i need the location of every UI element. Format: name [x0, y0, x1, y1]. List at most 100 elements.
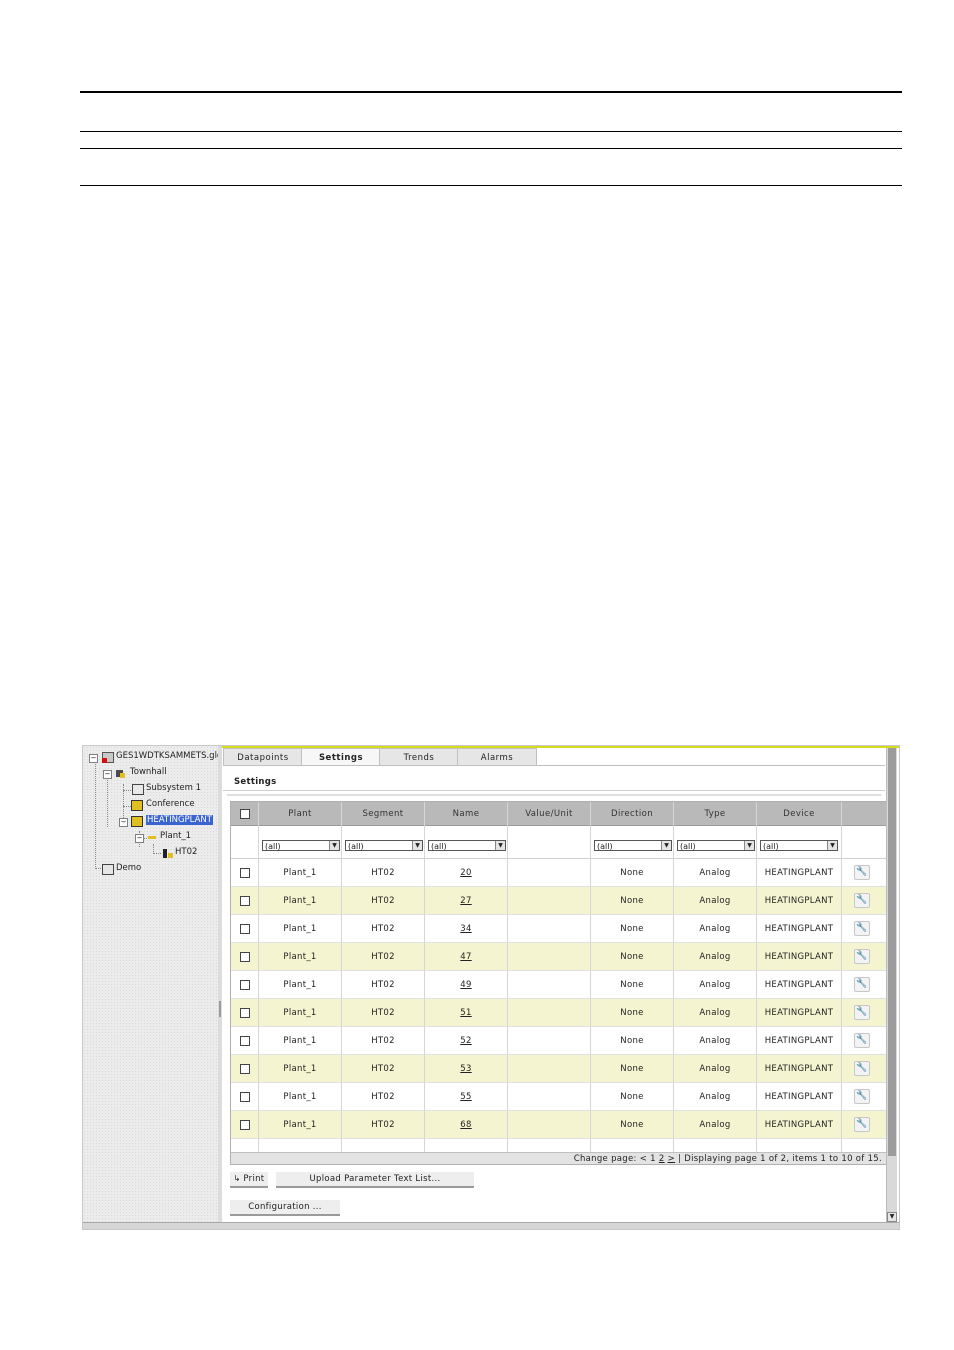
edit-settings-icon[interactable]: 🔧	[854, 921, 870, 936]
scrollbar-thumb[interactable]	[888, 748, 896, 1156]
row-checkbox[interactable]	[240, 868, 250, 878]
table-row[interactable]: Plant_1 HT02 34 None Analog HEATINGPLANT…	[231, 915, 886, 943]
configuration-button[interactable]: Configuration ...	[230, 1200, 340, 1216]
panel-splitter[interactable]	[218, 746, 222, 1224]
type-filter-select[interactable]: (all) ▼	[677, 840, 755, 851]
collapse-toggle[interactable]: −	[135, 834, 144, 843]
warning-marker-icon	[120, 773, 125, 778]
cell-name-link[interactable]: 53	[425, 1055, 507, 1082]
tree-node-heatingplant[interactable]: HEATINGPLANT	[146, 814, 213, 826]
pager-prev[interactable]: <	[640, 1154, 647, 1164]
pager-next[interactable]: >	[668, 1154, 675, 1164]
alarm-marker-icon	[102, 758, 107, 763]
tree-node-demo[interactable]: Demo	[116, 862, 141, 874]
table-row[interactable]: Plant_1 HT02 55 None Analog HEATINGPLANT…	[231, 1083, 886, 1111]
cell-device: HEATINGPLANT	[764, 1008, 834, 1018]
device-filter-select[interactable]: (all) ▼	[760, 840, 838, 851]
edit-settings-icon[interactable]: 🔧	[854, 1005, 870, 1020]
scroll-down-icon[interactable]: ▼	[887, 1212, 897, 1222]
row-checkbox[interactable]	[240, 1008, 250, 1018]
cell-device: HEATINGPLANT	[764, 1092, 834, 1102]
cell-segment: HT02	[371, 1064, 395, 1074]
tree-node-root[interactable]: GES1WDTKSAMMETS.globa	[116, 750, 218, 762]
column-divider	[341, 802, 342, 1164]
column-header-direction[interactable]: Direction	[591, 802, 673, 825]
warning-marker-icon	[168, 853, 173, 858]
row-checkbox[interactable]	[240, 980, 250, 990]
tab-datapoints[interactable]: Datapoints	[223, 748, 303, 766]
edit-settings-icon[interactable]: 🔧	[854, 977, 870, 992]
cell-segment: HT02	[371, 868, 395, 878]
edit-settings-icon[interactable]: 🔧	[854, 865, 870, 880]
tab-alarms[interactable]: Alarms	[457, 748, 537, 766]
tree-node-heatingplant-label: HEATINGPLANT	[146, 815, 213, 825]
tree-node-townhall[interactable]: Townhall	[130, 766, 167, 778]
tree-node-plant[interactable]: Plant_1	[160, 830, 191, 842]
select-all-checkbox[interactable]	[240, 809, 250, 819]
vertical-scrollbar[interactable]: ▼	[886, 748, 897, 1222]
cell-name-link[interactable]: 51	[425, 999, 507, 1026]
edit-settings-icon[interactable]: 🔧	[854, 1033, 870, 1048]
tab-trends[interactable]: Trends	[379, 748, 459, 766]
row-checkbox[interactable]	[240, 896, 250, 906]
row-checkbox[interactable]	[240, 952, 250, 962]
row-checkbox[interactable]	[240, 1064, 250, 1074]
table-row[interactable]: Plant_1 HT02 52 None Analog HEATINGPLANT…	[231, 1027, 886, 1055]
tab-settings[interactable]: Settings	[301, 748, 381, 766]
cell-name-link[interactable]: 47	[425, 943, 507, 970]
pager-page-2[interactable]: 2	[659, 1154, 665, 1164]
collapse-toggle[interactable]: −	[119, 818, 128, 827]
row-checkbox[interactable]	[240, 924, 250, 934]
column-header-name[interactable]: Name	[425, 802, 507, 825]
pager-page-1[interactable]: 1	[650, 1154, 656, 1164]
tree-node-subsystem[interactable]: Subsystem 1	[146, 782, 201, 794]
cell-direction: None	[620, 896, 644, 906]
table-row[interactable]: Plant_1 HT02 51 None Analog HEATINGPLANT…	[231, 999, 886, 1027]
cell-name-link[interactable]: 68	[425, 1111, 507, 1138]
plant-filter-select[interactable]: (all) ▼	[262, 840, 340, 851]
cell-name-link[interactable]: 49	[425, 971, 507, 998]
collapse-toggle[interactable]: −	[89, 754, 98, 763]
column-header-device[interactable]: Device	[757, 802, 841, 825]
edit-settings-icon[interactable]: 🔧	[854, 1061, 870, 1076]
edit-settings-icon[interactable]: 🔧	[854, 1089, 870, 1104]
name-filter-select[interactable]: (all) ▼	[428, 840, 506, 851]
pager-summary: Displaying page 1 of 2, items 1 to 10 of…	[684, 1154, 882, 1164]
tree-node-ht02[interactable]: HT02	[175, 846, 197, 858]
pager-label: Change page:	[573, 1154, 637, 1164]
row-checkbox[interactable]	[240, 1092, 250, 1102]
segment-filter-value: (all)	[348, 842, 364, 851]
cell-value-unit	[508, 887, 590, 914]
document-rule	[80, 131, 902, 132]
row-checkbox[interactable]	[240, 1120, 250, 1130]
table-row[interactable]: Plant_1 HT02 53 None Analog HEATINGPLANT…	[231, 1055, 886, 1083]
edit-settings-icon[interactable]: 🔧	[854, 949, 870, 964]
table-row[interactable]: Plant_1 HT02 27 None Analog HEATINGPLANT…	[231, 887, 886, 915]
column-header-value-unit[interactable]: Value/Unit	[508, 802, 590, 825]
tree-connector	[153, 844, 154, 852]
table-row[interactable]: Plant_1 HT02 49 None Analog HEATINGPLANT…	[231, 971, 886, 999]
print-button[interactable]: ↳ Print	[230, 1172, 268, 1188]
table-row[interactable]: Plant_1 HT02 20 None Analog HEATINGPLANT…	[231, 859, 886, 887]
cell-name-link[interactable]: 52	[425, 1027, 507, 1054]
cell-name-link[interactable]: 34	[425, 915, 507, 942]
collapse-toggle[interactable]: −	[103, 770, 112, 779]
table-row[interactable]: Plant_1 HT02 47 None Analog HEATINGPLANT…	[231, 943, 886, 971]
document-rule	[80, 185, 902, 186]
row-checkbox[interactable]	[240, 1036, 250, 1046]
cell-name-link[interactable]: 20	[425, 859, 507, 886]
direction-filter-select[interactable]: (all) ▼	[594, 840, 672, 851]
splitter-grip[interactable]	[219, 1001, 221, 1017]
column-header-type[interactable]: Type	[674, 802, 756, 825]
cell-name-link[interactable]: 55	[425, 1083, 507, 1110]
cell-name-link[interactable]: 27	[425, 887, 507, 914]
tree-node-conference[interactable]: Conference	[146, 798, 195, 810]
table-row[interactable]: Plant_1 HT02 68 None Analog HEATINGPLANT…	[231, 1111, 886, 1139]
column-header-segment[interactable]: Segment	[342, 802, 424, 825]
edit-settings-icon[interactable]: 🔧	[854, 1117, 870, 1132]
cell-value-unit	[508, 971, 590, 998]
column-header-plant[interactable]: Plant	[259, 802, 341, 825]
edit-settings-icon[interactable]: 🔧	[854, 893, 870, 908]
upload-parameter-button[interactable]: Upload Parameter Text List...	[276, 1172, 474, 1188]
segment-filter-select[interactable]: (all) ▼	[345, 840, 423, 851]
